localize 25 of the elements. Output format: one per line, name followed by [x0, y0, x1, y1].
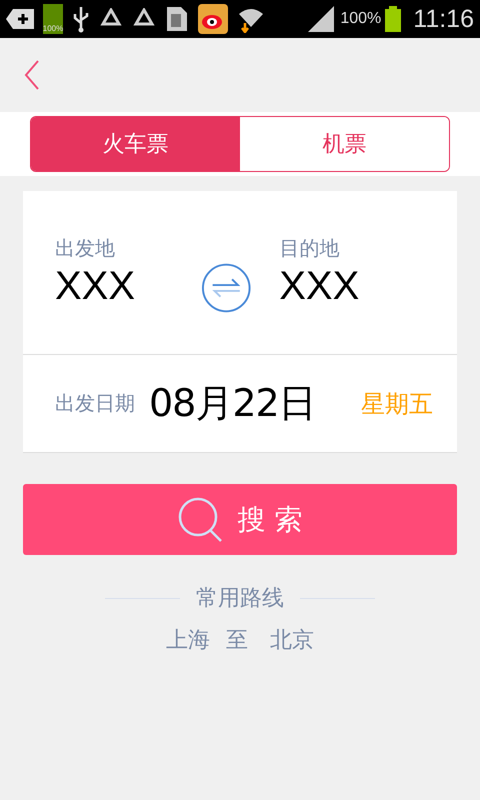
destination-value[interactable]: XXX: [279, 262, 425, 310]
search-icon: [178, 496, 224, 542]
battery-percent: 100%: [340, 10, 382, 28]
route-destination[interactable]: 北京: [270, 625, 314, 655]
route-origin[interactable]: 上海: [166, 625, 210, 655]
add-notification-icon: [4, 6, 34, 32]
battery-icon: [385, 6, 402, 32]
weekday: 星期五: [361, 388, 433, 420]
section-title: 常用路线: [196, 585, 284, 613]
sim-card-icon: [165, 5, 189, 33]
route-separator: 至: [226, 627, 248, 655]
destination-label: 目的地: [279, 235, 340, 262]
swap-icon[interactable]: [200, 262, 252, 314]
search-button[interactable]: 搜 索: [23, 484, 457, 555]
clock-time: 11:16: [413, 4, 474, 34]
origin-value[interactable]: XXX: [55, 262, 201, 310]
back-icon[interactable]: [24, 60, 40, 90]
date-label: 出发日期: [55, 390, 135, 417]
eye-logo-icon: [198, 4, 228, 34]
tab[interactable]: 火车票: [31, 117, 240, 171]
usb-icon: [72, 5, 90, 33]
signal-icon: [306, 5, 336, 33]
date-value[interactable]: 08月22日: [149, 378, 316, 429]
battery-icon: 100%: [43, 4, 63, 34]
origin-label: 出发地: [55, 235, 116, 262]
